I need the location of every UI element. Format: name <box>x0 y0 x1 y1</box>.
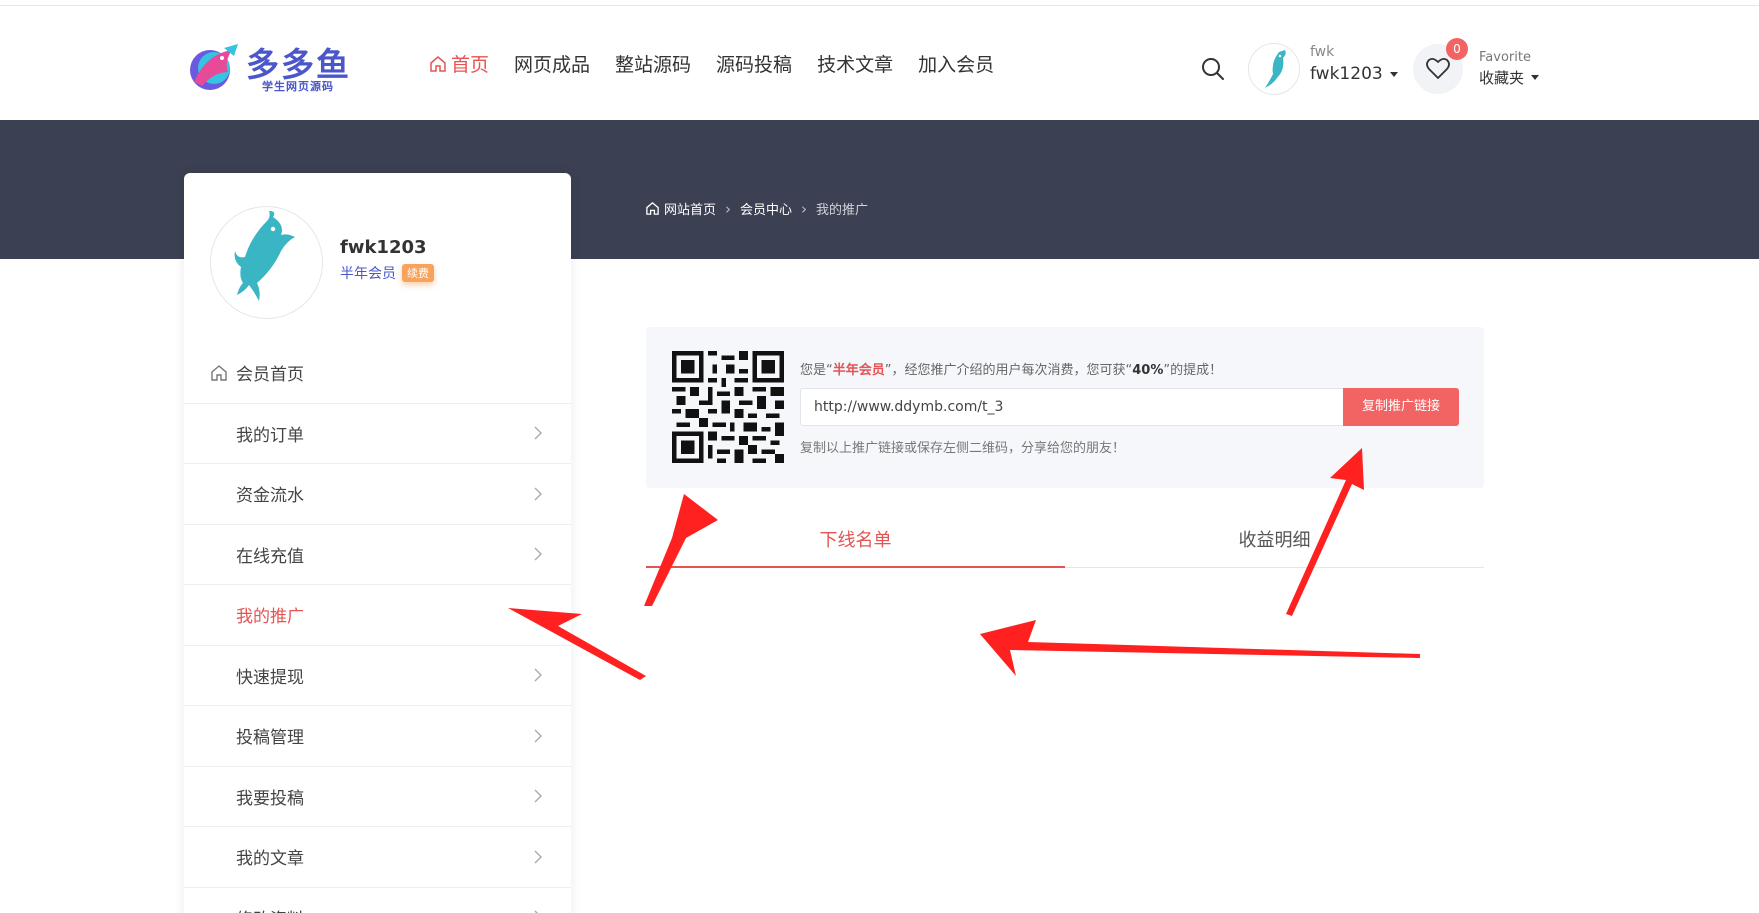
breadcrumb: 网站首页 › 会员中心 › 我的推广 <box>645 199 868 218</box>
sidebar-item-articles[interactable]: 我的文章 <box>184 827 571 888</box>
chevron-right-icon: › <box>725 199 732 218</box>
sidebar-item-withdraw[interactable]: 快速提现 <box>184 646 571 706</box>
sidebar-item-funds[interactable]: 资金流水 <box>184 464 571 525</box>
member-level-text: 半年会员 <box>340 266 396 282</box>
sidebar-item-label: 会员首页 <box>236 365 304 386</box>
favorites-label: 收藏夹 <box>1479 69 1525 87</box>
referral-link-input[interactable]: http://www.ddymb.com/t_3 <box>800 388 1345 426</box>
promotion-tabs: 下线名单 收益明细 <box>646 522 1484 568</box>
caret-down-icon <box>1389 71 1398 77</box>
logo-subtitle: 学生网页源码 <box>262 80 334 93</box>
sidebar-item-edit-profile[interactable]: 修改资料 <box>184 888 571 913</box>
breadcrumb-home[interactable]: 网站首页 <box>664 199 716 218</box>
site-header: 多多鱼 学生网页源码 首页 网页成品 整站源码 源码投稿 技术文章 加入会员 f… <box>0 6 1759 120</box>
sidebar-item-label: 投稿管理 <box>236 728 304 749</box>
sidebar-item-recharge[interactable]: 在线充值 <box>184 525 571 585</box>
search-icon[interactable] <box>1200 56 1226 82</box>
nav-item-label: 网页成品 <box>514 54 591 76</box>
user-short-name: fwk <box>1310 44 1335 60</box>
chevron-right-icon <box>534 789 542 803</box>
caret-down-icon <box>1531 75 1540 80</box>
home-icon <box>430 55 446 72</box>
nav-item-home[interactable]: 首页 <box>428 50 489 77</box>
tab-earnings-detail[interactable]: 收益明细 <box>1065 522 1484 568</box>
home-icon <box>211 364 227 381</box>
nav-item-tech-articles[interactable]: 技术文章 <box>817 50 893 77</box>
favorites-small-label: Favorite <box>1479 50 1531 65</box>
profile-avatar[interactable] <box>210 206 323 319</box>
qr-code[interactable] <box>672 351 784 463</box>
chevron-right-icon <box>534 426 542 440</box>
sidebar-menu: 会员首页 我的订单 资金流水 在线充值 我的推广 快速提现 投稿管理 我要投稿 <box>184 343 571 913</box>
chevron-right-icon <box>534 850 542 864</box>
promotion-description: 您是“半年会员”，经您推广介绍的用户每次消费，您可获“40%”的提成！ <box>800 359 1222 378</box>
copy-link-button[interactable]: 复制推广链接 <box>1343 388 1459 426</box>
nav-item-label: 加入会员 <box>918 54 995 76</box>
renew-button[interactable]: 续费 <box>402 264 434 282</box>
nav-item-label: 技术文章 <box>817 54 894 76</box>
fish-logo-icon <box>190 44 238 90</box>
promotion-hint: 复制以上推广链接或保存左侧二维码，分享给您的朋友！ <box>800 441 1126 456</box>
fish-avatar-icon <box>234 211 295 301</box>
sidebar-item-label: 我的推广 <box>236 607 304 628</box>
tab-downline-list[interactable]: 下线名单 <box>646 522 1065 568</box>
site-logo[interactable]: 多多鱼 学生网页源码 <box>184 36 364 96</box>
sidebar-item-label: 修改资料 <box>236 905 304 913</box>
nav-item-submit-source[interactable]: 源码投稿 <box>716 50 792 77</box>
sidebar-item-member-home[interactable]: 会员首页 <box>184 343 571 404</box>
sidebar-item-label: 在线充值 <box>236 546 304 567</box>
promo-commission-rate: 40% <box>1132 363 1164 378</box>
member-level: 半年会员 续费 <box>340 263 434 283</box>
favorites-dropdown[interactable]: 收藏夹 <box>1479 67 1540 88</box>
main-nav: 首页 网页成品 整站源码 源码投稿 技术文章 加入会员 <box>428 50 1019 77</box>
fish-avatar-icon <box>1265 50 1286 88</box>
sidebar-item-submit[interactable]: 我要投稿 <box>184 767 571 827</box>
breadcrumb-current: 我的推广 <box>816 203 869 218</box>
nav-item-site-source[interactable]: 整站源码 <box>615 50 691 77</box>
annotation-arrow <box>980 620 1420 676</box>
sidebar-item-label: 快速提现 <box>236 667 304 688</box>
chevron-right-icon <box>534 668 542 682</box>
nav-item-label: 源码投稿 <box>716 54 793 76</box>
promo-text-mid: ”，经您推广介绍的用户每次消费，您可获“ <box>884 363 1133 378</box>
home-icon <box>646 202 659 215</box>
sidebar-item-promotion[interactable]: 我的推广 <box>184 585 571 646</box>
member-sidebar: fwk1203 半年会员 续费 会员首页 我的订单 资金流水 在线充值 我的推广… <box>184 173 571 913</box>
sidebar-item-label: 我要投稿 <box>236 788 304 809</box>
promo-text-prefix: 您是“ <box>800 363 833 378</box>
sidebar-item-label: 我的文章 <box>236 849 304 870</box>
profile-username: fwk1203 <box>340 237 427 258</box>
promo-member-level: 半年会员 <box>832 363 885 378</box>
user-avatar[interactable] <box>1248 43 1300 95</box>
nav-item-label: 首页 <box>451 54 490 76</box>
promo-text-suffix: ”的提成！ <box>1163 363 1223 378</box>
user-menu-name: fwk1203 <box>1310 64 1383 84</box>
chevron-right-icon <box>534 487 542 501</box>
sidebar-item-label: 资金流水 <box>236 486 304 507</box>
favorites-count-badge: 0 <box>1446 38 1468 60</box>
chevron-right-icon: › <box>801 199 808 218</box>
nav-item-web-products[interactable]: 网页成品 <box>514 50 590 77</box>
breadcrumb-member-center[interactable]: 会员中心 <box>740 199 792 218</box>
sidebar-item-orders[interactable]: 我的订单 <box>184 404 571 464</box>
chevron-right-icon <box>534 547 542 561</box>
nav-item-join-member[interactable]: 加入会员 <box>918 50 994 77</box>
sidebar-item-submission-manage[interactable]: 投稿管理 <box>184 706 571 767</box>
user-menu-dropdown[interactable]: fwk1203 <box>1310 64 1398 84</box>
nav-item-label: 整站源码 <box>615 54 692 76</box>
sidebar-item-label: 我的订单 <box>236 425 304 446</box>
chevron-right-icon <box>534 729 542 743</box>
